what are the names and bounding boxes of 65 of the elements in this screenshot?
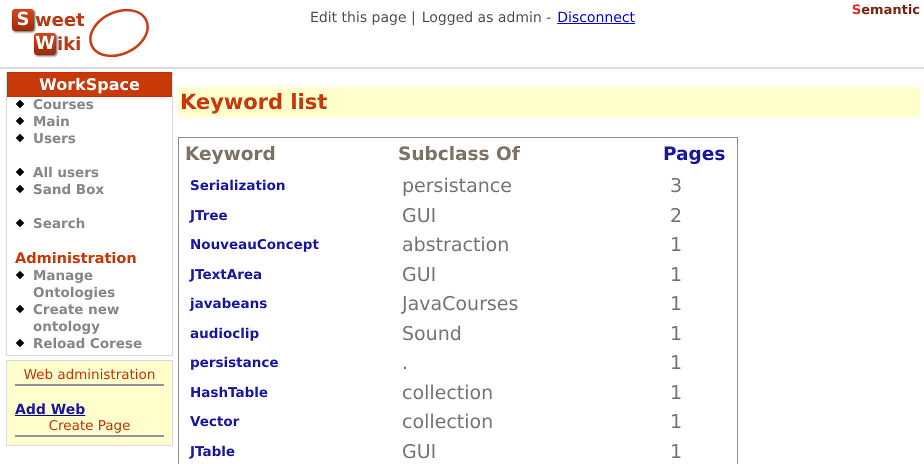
table-cell-text: collection [401,380,494,406]
bullet-icon [16,304,24,314]
table-cell-text: 1 [669,262,684,288]
table-cell-text: collection [401,410,494,435]
column-header[interactable]: Pages [663,144,737,172]
sidebar-link[interactable]: Sand Box [33,182,163,199]
add-web-link[interactable]: Add Web [15,402,86,418]
keyword-link[interactable]: audioclip [185,320,398,349]
table-cell-text: 1 [669,410,684,435]
table-cell-text: JavaCourses [400,292,520,317]
table-cell-text: 1 [669,233,684,258]
logo-text: weet [35,10,85,30]
sidebar-link[interactable]: All users [33,165,163,182]
keyword-link[interactable]: persistance [185,349,398,378]
disconnect-link[interactable]: Disconnect [557,10,636,26]
table-cell-text: 1 [669,440,684,464]
keyword-link[interactable]: Vector [185,408,398,438]
table-cell-text: 2 [669,204,684,228]
site-brand: Semantic [852,3,920,18]
bullet-icon [16,168,24,176]
table-cell-text: 1 [669,292,684,317]
bullet-icon [16,338,24,348]
table-cell-text: 1 [669,351,684,376]
table-cell-text: abstraction [401,233,510,258]
bullet-icon [16,270,24,280]
keyword-link[interactable]: JTree [185,202,398,231]
bullet-icon [16,116,24,126]
table-cell-text: GUI [401,204,438,228]
table-cell-text: GUI [401,440,438,464]
web-administration-heading: Web administration [15,367,164,386]
keyword-link[interactable]: Serialization [185,172,398,202]
sidebar-link[interactable]: Courses [33,97,163,114]
column-header: Subclass Of [398,144,521,167]
workspace-header: WorkSpace [7,72,172,97]
table-cell-text: 1 [669,322,684,346]
column-header: Keyword [185,144,277,167]
keyword-link[interactable]: HashTable [185,378,398,408]
logo-letter: S [12,9,34,31]
table-cell-text: 3 [669,174,684,199]
sidebar-link[interactable]: Create new ontology [33,302,163,336]
keyword-link[interactable]: NouveauConcept [185,231,398,260]
logo-letter: W [34,33,56,55]
table-cell-text: Sound [401,322,463,346]
table-cell-text: . [401,351,410,376]
edit-page-link[interactable]: Edit this page | [310,10,416,26]
bullet-icon [16,218,24,228]
bullet-icon [16,100,24,108]
table-cell-text: 1 [669,380,684,406]
sidebar-link[interactable]: Search [33,216,163,233]
sidebar-link[interactable]: Main [33,114,163,131]
page-title: Keyword list [178,87,920,117]
keyword-link[interactable]: javabeans [185,290,398,320]
sidebar-link[interactable]: Reload Corese [33,336,163,353]
sidebar-link[interactable]: Users [33,131,163,148]
bullet-icon [16,184,24,194]
table-cell-text: GUI [401,262,438,288]
keyword-link[interactable]: JTable [185,438,398,464]
login-status: Logged as admin - [422,10,552,26]
bullet-icon [16,134,24,142]
table-cell-text: persistance [401,174,513,199]
create-page-link[interactable]: Create Page [15,418,164,437]
keyword-link[interactable]: JTextArea [185,260,398,290]
sidebar-link[interactable]: Manage Ontologies [33,268,163,302]
section-heading: Administration [15,250,138,268]
logo-text: iki [57,34,82,54]
